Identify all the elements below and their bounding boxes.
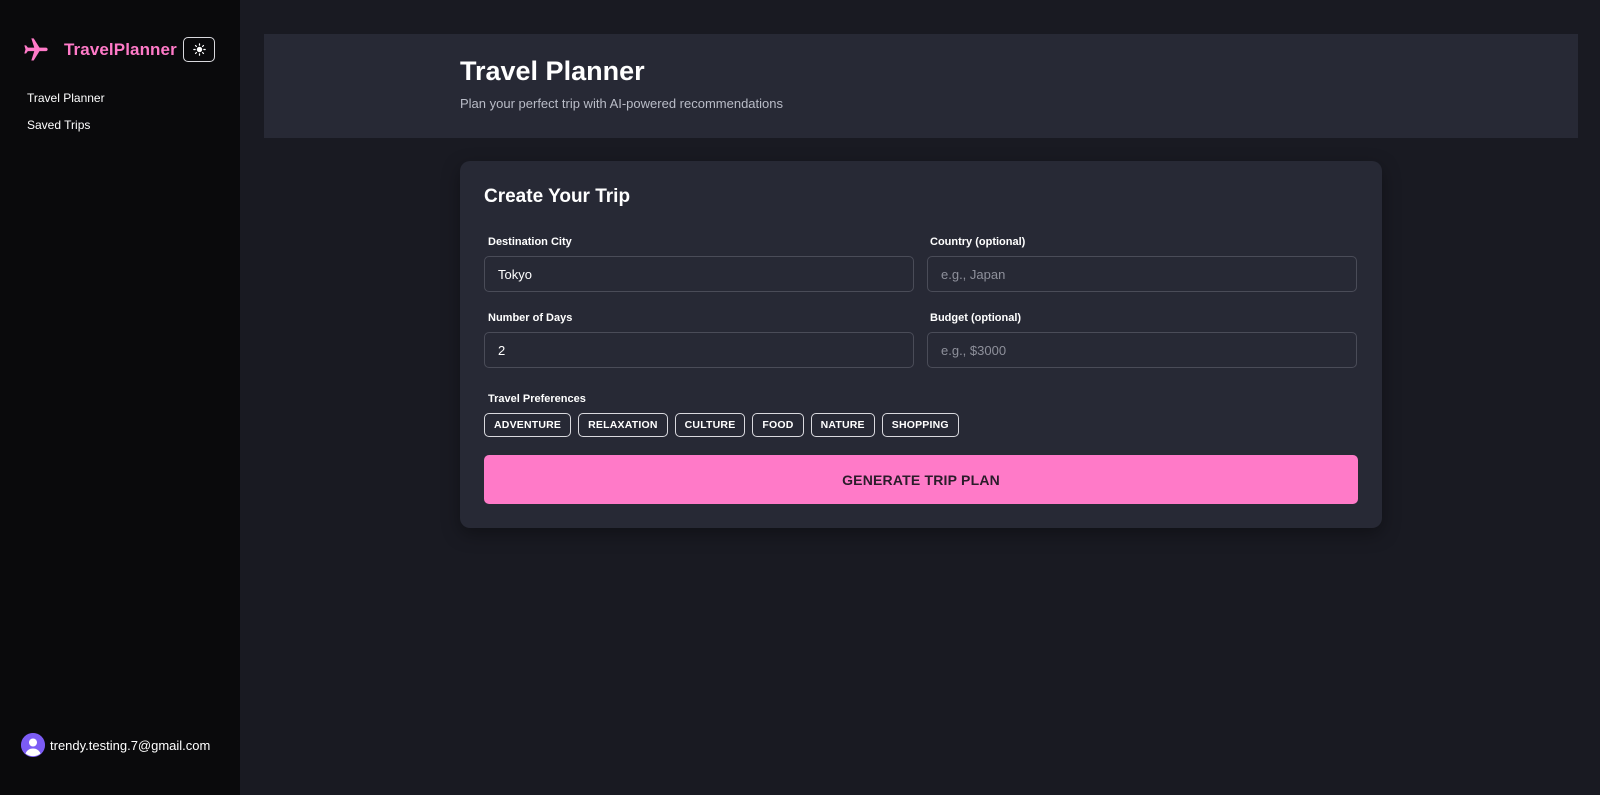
avatar	[21, 733, 45, 757]
generate-trip-plan-button[interactable]: GENERATE TRIP PLAN	[484, 455, 1358, 504]
country-label: Country (optional)	[930, 236, 1026, 248]
preference-chip-culture[interactable]: CULTURE	[674, 413, 746, 437]
number-of-days-input[interactable]	[484, 332, 914, 368]
travel-preferences-chips: ADVENTURE RELAXATION CULTURE FOOD NATURE…	[484, 413, 966, 437]
preference-chip-shopping[interactable]: SHOPPING	[881, 413, 959, 437]
user-email: trendy.testing.7@gmail.com	[50, 737, 211, 753]
app-root: TravelPlanner Travel Planner Saved Trips…	[0, 0, 1600, 795]
card-title: Create Your Trip	[484, 186, 631, 207]
country-input[interactable]	[927, 256, 1357, 292]
days-label: Number of Days	[488, 312, 573, 324]
brand[interactable]: TravelPlanner	[22, 34, 177, 66]
page-header: Travel Planner Plan your perfect trip wi…	[264, 34, 1578, 138]
destination-label: Destination City	[488, 236, 572, 248]
sidebar-item-travel-planner[interactable]: Travel Planner	[27, 88, 105, 115]
preference-chip-relaxation[interactable]: RELAXATION	[578, 413, 668, 437]
sidebar-nav: Travel Planner Saved Trips	[27, 88, 105, 142]
budget-label: Budget (optional)	[930, 312, 1022, 324]
airplane-icon	[24, 38, 48, 61]
user-avatar-icon	[21, 733, 45, 757]
travel-preferences-label: Travel Preferences	[488, 393, 586, 405]
page-subtitle: Plan your perfect trip with AI-powered r…	[460, 96, 783, 111]
theme-toggle-button[interactable]	[183, 37, 215, 62]
brand-name: TravelPlanner	[64, 40, 177, 59]
budget-input[interactable]	[927, 332, 1357, 368]
create-trip-card: Create Your Trip Destination City Countr…	[460, 161, 1382, 528]
page-title: Travel Planner	[460, 56, 645, 86]
user-profile[interactable]: trendy.testing.7@gmail.com	[21, 733, 210, 757]
sidebar: TravelPlanner Travel Planner Saved Trips…	[0, 0, 240, 795]
sun-icon	[192, 43, 206, 56]
preference-chip-food[interactable]: FOOD	[752, 413, 804, 437]
preference-chip-nature[interactable]: NATURE	[810, 413, 875, 437]
destination-city-input[interactable]	[484, 256, 914, 292]
preference-chip-adventure[interactable]: ADVENTURE	[484, 413, 572, 437]
sidebar-item-saved-trips[interactable]: Saved Trips	[27, 115, 105, 142]
